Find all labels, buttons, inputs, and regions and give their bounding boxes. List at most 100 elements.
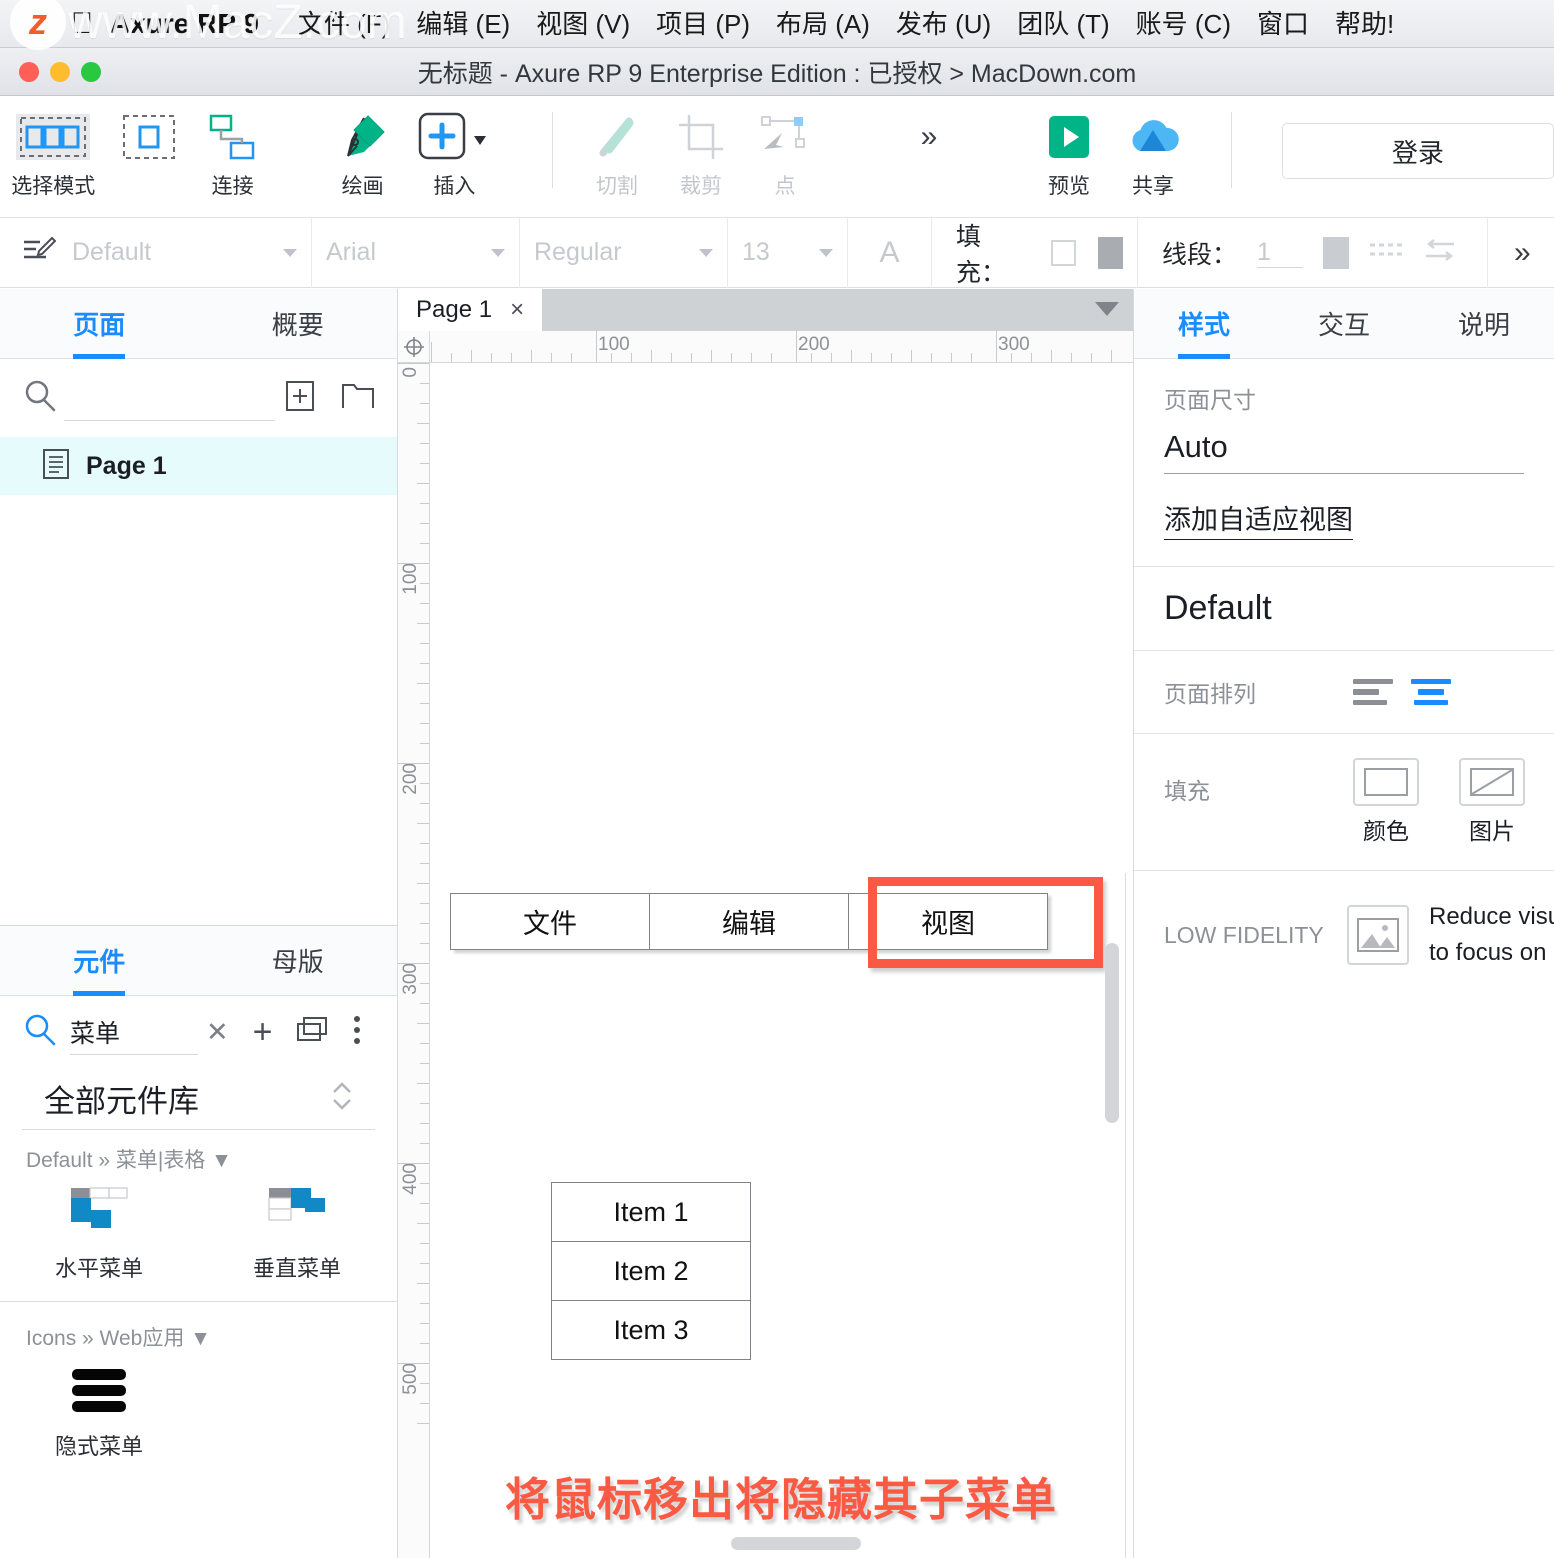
- menu-item-file[interactable]: 文件 (F): [285, 0, 403, 48]
- style-selector[interactable]: Default: [0, 217, 312, 288]
- tool-select-mode[interactable]: 选择模式: [0, 96, 107, 204]
- tab-masters[interactable]: 母版: [199, 926, 398, 995]
- clear-icon[interactable]: ✕: [206, 1017, 229, 1048]
- search-icon[interactable]: [22, 378, 58, 419]
- plus-icon[interactable]: +: [253, 1013, 273, 1052]
- tool-insert[interactable]: 插入: [405, 96, 504, 204]
- align-left-icon[interactable]: [1353, 679, 1393, 705]
- login-button[interactable]: 登录: [1281, 123, 1554, 179]
- text-color-icon: A: [879, 235, 900, 269]
- tab-outline[interactable]: 概要: [199, 289, 398, 358]
- duplicate-icon[interactable]: [296, 1016, 328, 1049]
- widget-search-value[interactable]: 菜单: [70, 1014, 120, 1050]
- hmenu-cell-file[interactable]: 文件: [450, 893, 650, 950]
- align-center-icon[interactable]: [1411, 679, 1451, 705]
- page-size-value[interactable]: Auto: [1164, 429, 1524, 474]
- ruler-h-label-200: 200: [798, 334, 830, 355]
- widget-item-horizontal-menu[interactable]: 水平菜单: [0, 1186, 198, 1283]
- menu-item-window[interactable]: 窗口: [1244, 0, 1322, 48]
- more-vertical-icon[interactable]: [352, 1015, 362, 1050]
- chevron-down-icon[interactable]: [1095, 302, 1119, 316]
- tab-notes[interactable]: 说明: [1414, 289, 1554, 358]
- chevron-down-icon[interactable]: [283, 248, 297, 257]
- tool-preview[interactable]: 预览: [1027, 96, 1111, 204]
- tool-draw[interactable]: 绘画: [321, 96, 405, 204]
- fill-none-swatch[interactable]: [1050, 239, 1076, 266]
- font-size-selector[interactable]: 13: [728, 217, 848, 288]
- ruler-h-label-100: 100: [598, 334, 630, 355]
- updown-icon[interactable]: [331, 1079, 353, 1118]
- hmenu-cell-edit[interactable]: 编辑: [649, 893, 849, 950]
- close-icon[interactable]: ×: [510, 296, 524, 324]
- vmenu-cell-item-1[interactable]: Item 1: [551, 1182, 751, 1242]
- canvas-tab-page-1[interactable]: Page 1 ×: [398, 289, 543, 331]
- apple-logo-icon[interactable]: : [62, 8, 102, 39]
- color-swatch-icon: [1353, 758, 1419, 806]
- widget-library-selector[interactable]: 全部元件库: [22, 1068, 375, 1130]
- menu-item-edit[interactable]: 编辑 (E): [403, 0, 523, 48]
- tool-connect[interactable]: 连接: [191, 96, 275, 204]
- vertical-menu-widget[interactable]: Item 1 Item 2 Item 3: [551, 1182, 751, 1360]
- menu-item-layout[interactable]: 布局 (A): [763, 0, 883, 48]
- font-weight-selector[interactable]: Regular: [520, 217, 728, 288]
- add-folder-icon[interactable]: [341, 381, 375, 416]
- arrow-style-icon[interactable]: [1423, 238, 1457, 267]
- menu-item-help[interactable]: 帮助!: [1322, 0, 1407, 48]
- tool-single-select[interactable]: [107, 96, 191, 204]
- image-diagonal-icon: [1459, 758, 1525, 806]
- menu-item-view[interactable]: 视图 (V): [523, 0, 643, 48]
- fill-image-button[interactable]: 图片: [1459, 758, 1525, 846]
- canvas-vertical-scrollbar[interactable]: [1105, 943, 1119, 1123]
- menu-item-project[interactable]: 项目 (P): [643, 0, 763, 48]
- tab-style[interactable]: 样式: [1134, 289, 1274, 358]
- canvas-horizontal-scrollbar[interactable]: [731, 1537, 861, 1550]
- tool-cut[interactable]: 切割: [575, 96, 659, 204]
- widget-item-hamburger-menu[interactable]: 隐式菜单: [0, 1364, 198, 1461]
- menu-item-team[interactable]: 团队 (T): [1004, 0, 1122, 48]
- sidebar-item-page-1[interactable]: Page 1: [0, 437, 397, 495]
- tab-widgets[interactable]: 元件: [0, 926, 199, 995]
- vmenu-cell-item-2[interactable]: Item 2: [551, 1241, 751, 1301]
- add-page-icon[interactable]: [285, 380, 315, 417]
- low-fidelity-button[interactable]: [1347, 905, 1409, 965]
- text-color-button[interactable]: A: [848, 217, 932, 288]
- horizontal-ruler[interactable]: 100 200 300: [398, 330, 1133, 363]
- widget-label: 垂直菜单: [252, 1256, 341, 1281]
- menu-item-publish[interactable]: 发布 (U): [883, 0, 1004, 48]
- widget-group-title-menus[interactable]: Default » 菜单|表格 ▼: [0, 1130, 397, 1182]
- tab-pages[interactable]: 页面: [0, 289, 199, 358]
- canvas-surface[interactable]: 文件 编辑 视图 Item 1 Item 2 Item 3 将鼠标移出将隐藏其子…: [431, 363, 1133, 1558]
- plus-box-icon: [418, 106, 490, 168]
- tool-cut-label: 切割: [595, 175, 638, 198]
- style-edit-icon: [22, 236, 57, 269]
- widget-label: 隐式菜单: [54, 1434, 143, 1459]
- search-icon[interactable]: [22, 1012, 58, 1053]
- line-style-icon[interactable]: [1369, 239, 1403, 266]
- page-align-row: 页面排列: [1134, 651, 1554, 734]
- pages-search-input[interactable]: [64, 375, 275, 421]
- toolbar-overflow-button[interactable]: »: [887, 96, 971, 204]
- line-color-swatch[interactable]: [1323, 236, 1350, 269]
- tool-point[interactable]: 点: [743, 96, 827, 204]
- ruler-origin-icon[interactable]: [398, 331, 430, 363]
- add-adaptive-view-link[interactable]: 添加自适应视图: [1164, 498, 1353, 540]
- double-chevron-right-icon: »: [1514, 235, 1531, 269]
- widget-item-vertical-menu[interactable]: 垂直菜单: [198, 1186, 396, 1283]
- page-size-section: 页面尺寸 Auto 添加自适应视图: [1134, 359, 1554, 567]
- tool-crop[interactable]: 裁剪: [659, 96, 743, 204]
- fill-color-swatch[interactable]: [1097, 236, 1123, 269]
- vmenu-cell-item-3[interactable]: Item 3: [551, 1300, 751, 1360]
- vertical-ruler[interactable]: 0 100 200 300 400 500: [398, 363, 430, 1558]
- chevron-down-icon[interactable]: [699, 248, 713, 257]
- format-overflow-button[interactable]: »: [1488, 218, 1551, 288]
- chevron-down-icon[interactable]: [819, 248, 833, 257]
- widget-group-title-icons[interactable]: Icons » Web应用 ▼: [0, 1302, 397, 1360]
- chevron-down-icon[interactable]: [491, 248, 505, 257]
- line-width-input[interactable]: 1: [1257, 238, 1304, 268]
- font-family-selector[interactable]: Arial: [312, 217, 520, 288]
- tab-interaction[interactable]: 交互: [1274, 289, 1414, 358]
- widget-label: 水平菜单: [54, 1256, 143, 1281]
- fill-color-button[interactable]: 颜色: [1353, 758, 1419, 846]
- menu-item-account[interactable]: 账号 (C): [1123, 0, 1244, 48]
- tool-share[interactable]: 共享: [1111, 96, 1195, 204]
